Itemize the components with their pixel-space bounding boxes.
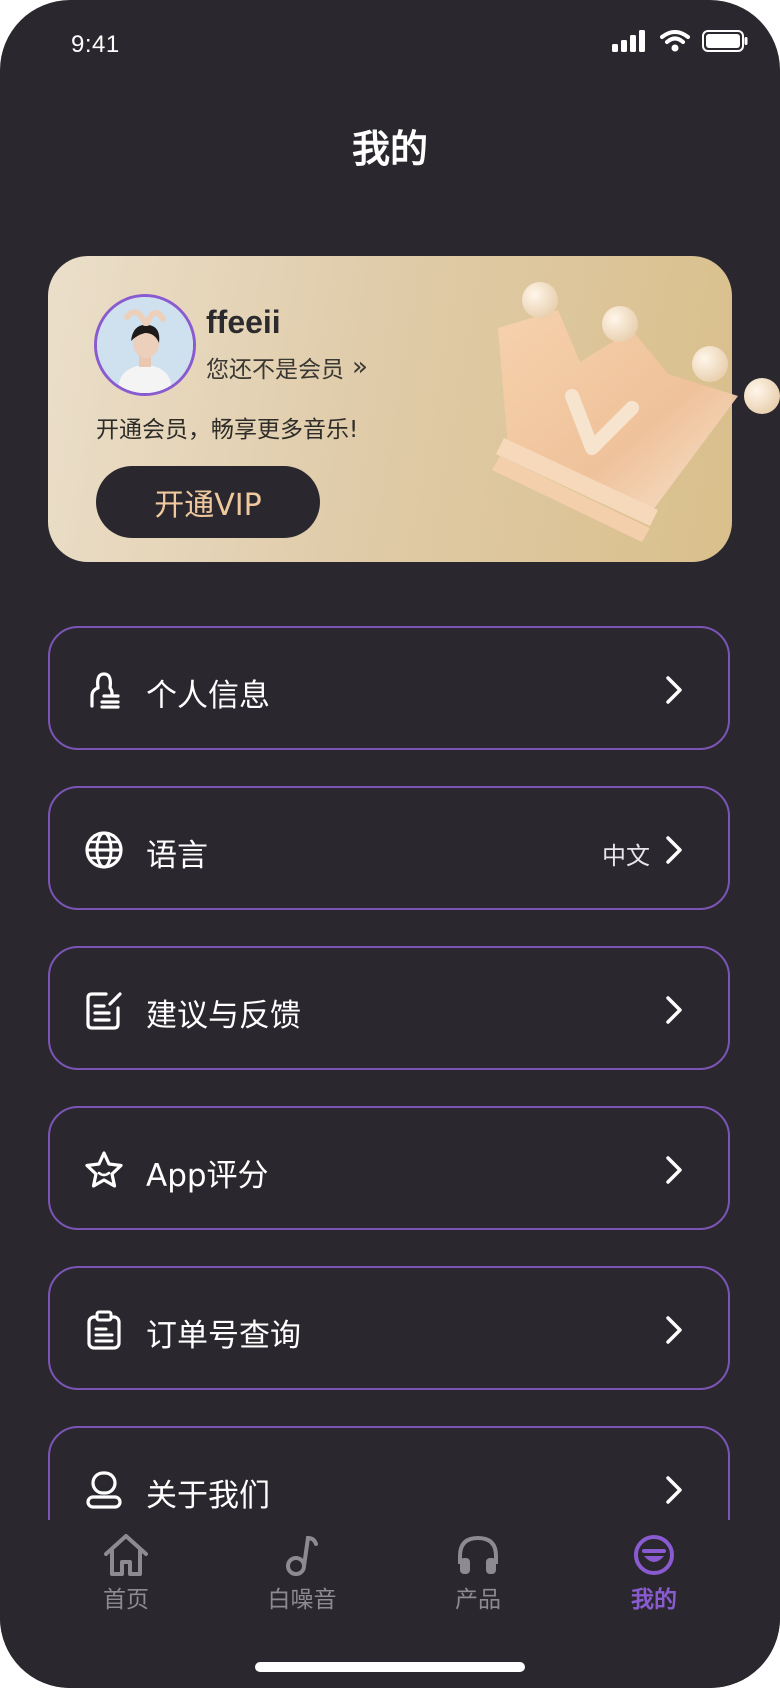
menu-item-label: App评分 [146,1158,269,1194]
page-title: 我的 [351,127,428,171]
menu-item-feedback[interactable]: 建议与反馈 [48,946,730,1070]
headphones-icon [458,1535,498,1574]
star-icon [85,1151,123,1188]
tab-label: 首页 [103,1587,149,1613]
globe-icon [85,831,123,869]
tab-label: 我的 [631,1587,677,1613]
double-chevron-right-icon: » [352,352,368,382]
profile-smile-icon [634,1535,674,1575]
wifi-icon [660,30,690,52]
status-time: 9:41 [71,31,120,58]
chevron-right-icon [666,676,682,704]
menu-item-label: 个人信息 [146,678,270,714]
menu-item-label: 订单号查询 [146,1318,301,1354]
phone-screen: 9:41 我的 ffeeii 您还不是会员 » 开通会员，畅享更多音乐! 开通V… [0,0,780,1688]
language-value: 中文 [602,842,650,870]
open-vip-button[interactable]: 开通VIP [96,466,320,538]
chevron-right-icon [666,1156,682,1184]
menu-item-label: 建议与反馈 [146,998,301,1034]
crown-icon [492,282,780,542]
promo-text: 开通会员，畅享更多音乐! [96,417,359,443]
tab-white-noise[interactable]: 白噪音 [242,1532,362,1614]
avatar[interactable] [94,294,196,396]
tab-label: 产品 [455,1587,501,1613]
tab-mine[interactable]: 我的 [594,1532,714,1614]
menu-item-order-lookup[interactable]: 订单号查询 [48,1266,730,1390]
member-status-link[interactable]: 您还不是会员 » [206,350,368,384]
tab-products[interactable]: 产品 [418,1532,538,1614]
tab-label: 白噪音 [267,1587,337,1613]
menu-item-label: 关于我们 [146,1478,270,1514]
chevron-right-icon [666,1476,682,1504]
menu-item-app-rating[interactable]: App评分 [48,1106,730,1230]
home-indicator[interactable] [255,1662,525,1672]
vip-card: ffeeii 您还不是会员 » 开通会员，畅享更多音乐! 开通VIP [48,256,780,562]
status-icons [612,30,748,52]
feedback-icon [86,992,122,1030]
home-icon [104,1534,148,1576]
tab-home[interactable]: 首页 [66,1532,186,1614]
menu-item-label: 语言 [146,838,208,874]
battery-icon [702,30,748,52]
avatar-photo [97,297,193,393]
menu-item-language[interactable]: 语言 中文 [48,786,730,910]
person-icon [90,672,120,709]
username: ffeeii [206,304,281,340]
member-status-text: 您还不是会员 [206,357,344,383]
chevron-right-icon [666,1316,682,1344]
chevron-right-icon [666,996,682,1024]
cellular-signal-icon [612,30,645,52]
user-circle-icon [86,1471,122,1509]
menu-item-personal-info[interactable]: 个人信息 [48,626,730,750]
chevron-right-icon [666,836,682,864]
clipboard-icon [87,1310,121,1350]
music-note-icon [286,1535,318,1576]
